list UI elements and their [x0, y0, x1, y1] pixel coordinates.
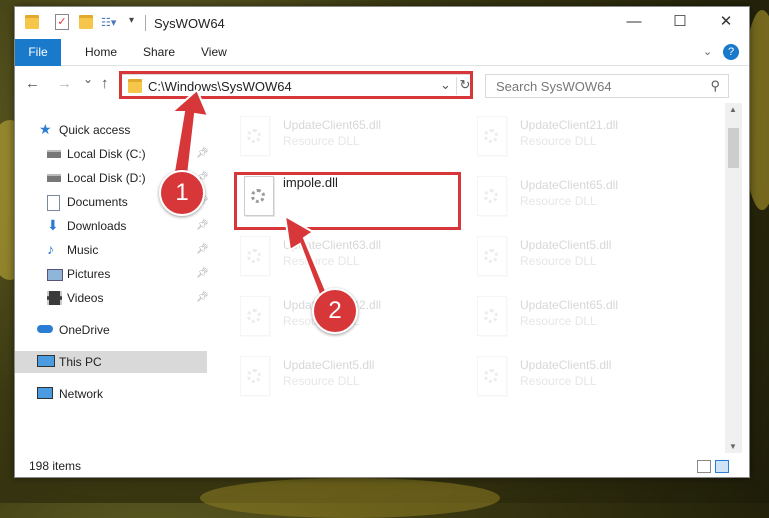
arrow-step-2: [283, 214, 330, 304]
step-2-badge: 2: [312, 288, 358, 334]
annotation-arrows: [169, 88, 330, 304]
step-1-badge: 1: [159, 170, 205, 216]
